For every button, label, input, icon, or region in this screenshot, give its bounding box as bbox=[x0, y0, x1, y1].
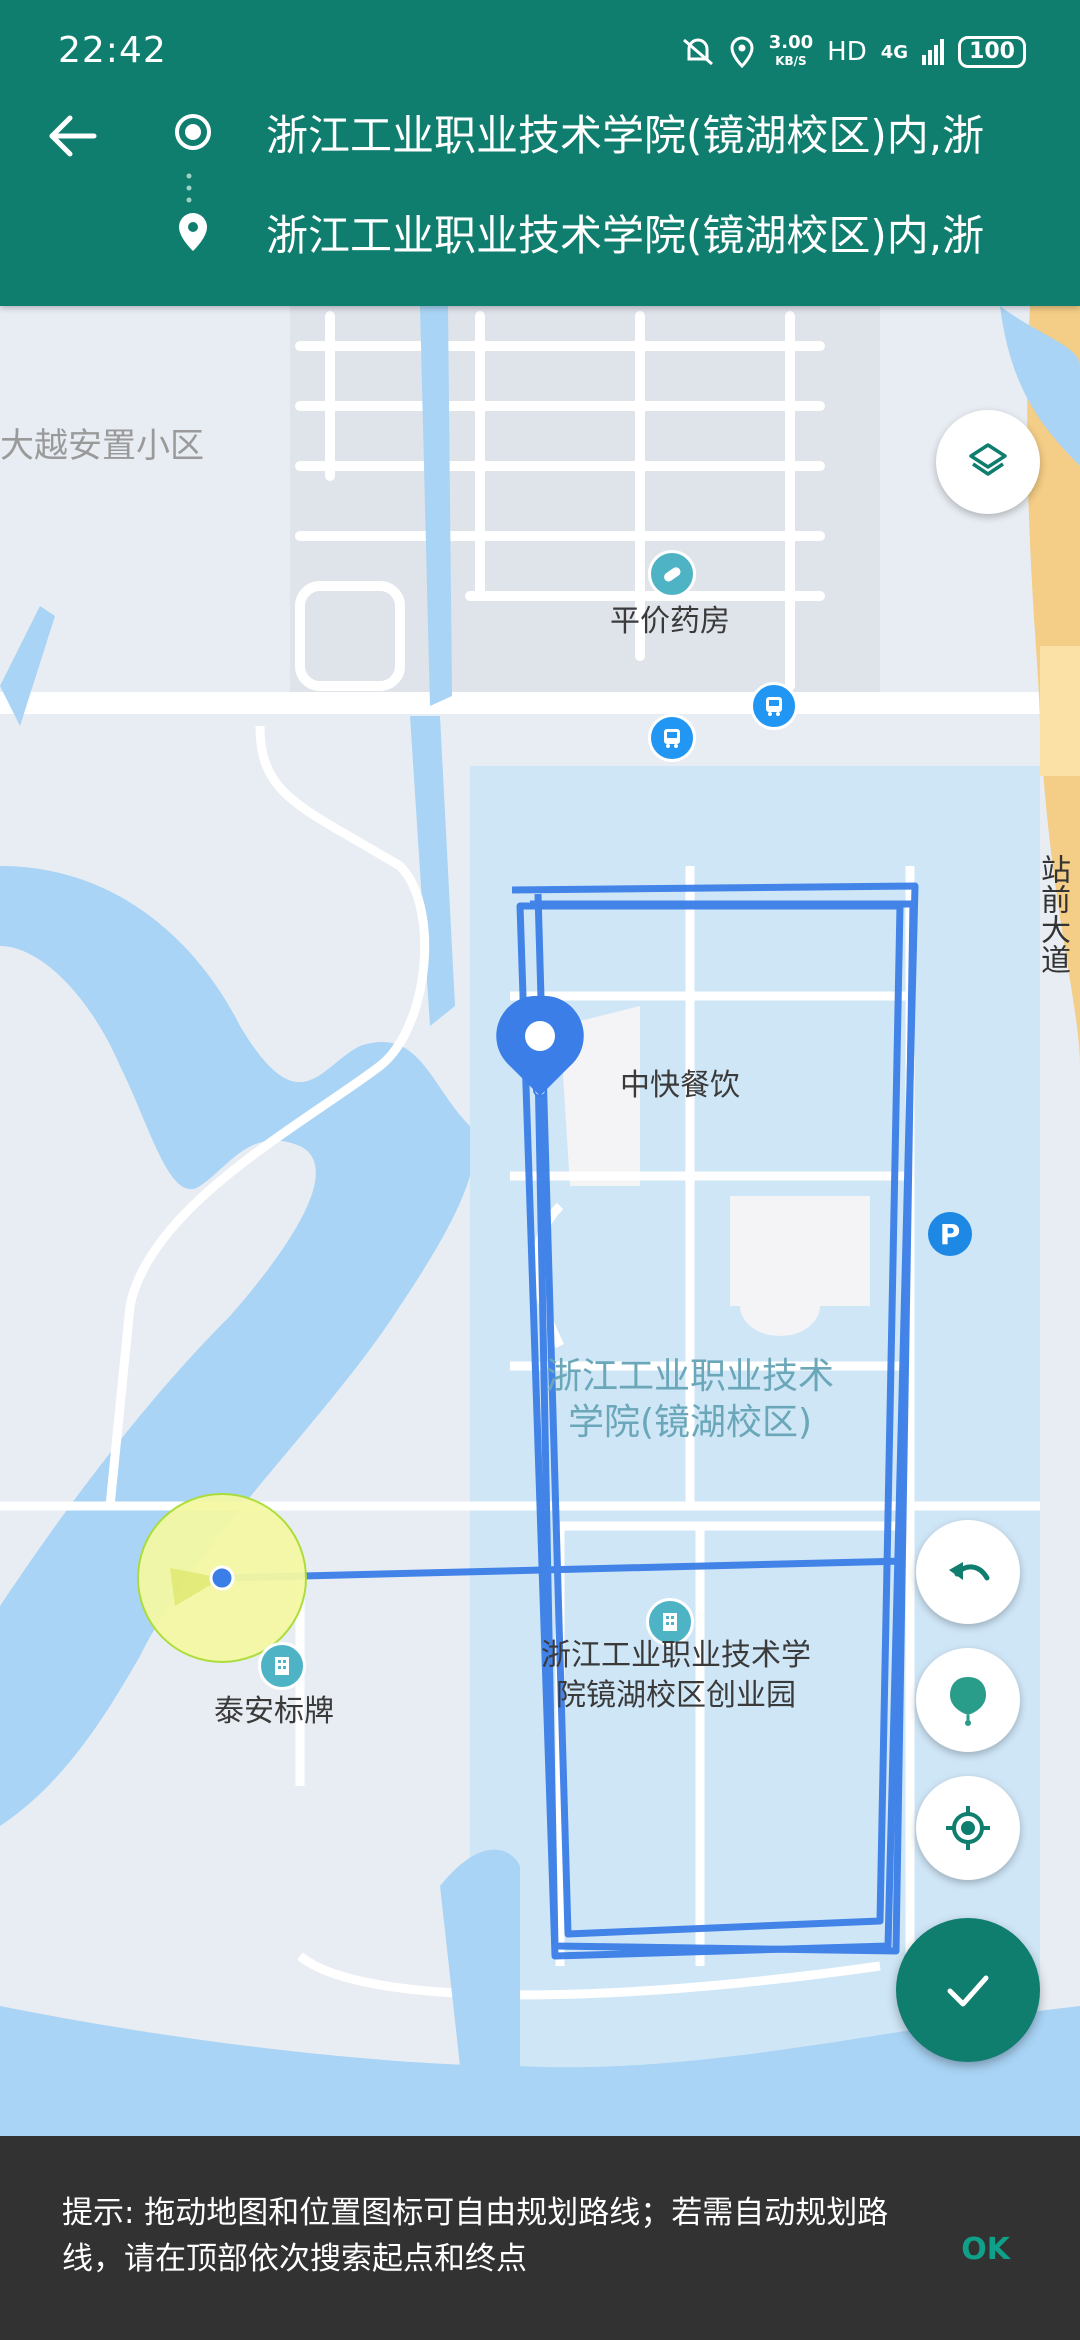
add-waypoint-button[interactable] bbox=[916, 1648, 1020, 1752]
undo-button[interactable] bbox=[916, 1520, 1020, 1624]
crosshair-icon bbox=[946, 1806, 990, 1850]
hd-indicator: HD bbox=[827, 37, 867, 67]
map-view[interactable]: 大越安置小区 平价药房 站前大道 中快餐饮 P 浙江工业职业技术 学院(镜湖校区… bbox=[0, 306, 1080, 2136]
bus-stop-icon-2[interactable] bbox=[648, 714, 696, 762]
map-label-restaurant: 中快餐饮 bbox=[620, 1068, 740, 1103]
undo-icon bbox=[949, 1562, 990, 1581]
back-button[interactable] bbox=[36, 100, 108, 172]
map-label-road: 站前大道 bbox=[1035, 854, 1070, 974]
arrow-left-icon bbox=[49, 115, 97, 157]
balloon-pin-icon bbox=[950, 1677, 986, 1726]
my-location-button[interactable] bbox=[916, 1776, 1020, 1880]
taian-building-icon[interactable] bbox=[258, 1642, 306, 1690]
map-canvas[interactable] bbox=[0, 306, 1080, 2136]
checkmark-icon bbox=[947, 1975, 989, 2007]
bus-stop-icon[interactable] bbox=[750, 682, 798, 730]
location-status-icon bbox=[730, 36, 754, 68]
battery-indicator: 100 bbox=[958, 36, 1026, 68]
status-icons: 3.00 KB/S HD 4G 100 bbox=[681, 34, 1026, 70]
layers-icon bbox=[969, 443, 1007, 476]
hint-snackbar: 提示: 拖动地图和位置图标可自由规划路线；若需自动规划路线，请在顶部依次搜索起点… bbox=[0, 2136, 1080, 2340]
network-speed: 3.00 KB/S bbox=[768, 32, 814, 69]
mute-icon bbox=[682, 38, 713, 66]
status-time: 22:42 bbox=[58, 30, 167, 71]
route-end-text: 浙江工业职业技术学院(镜湖校区)内,浙 bbox=[266, 210, 985, 260]
status-bar: 22:42 3.00 KB/S HD 4G 100 bbox=[0, 0, 1080, 82]
current-location-icon[interactable] bbox=[137, 1493, 307, 1663]
route-header: 浙江工业职业技术学院(镜湖校区)内,浙 浙江工业职业技术学院(镜湖校区)内,浙 bbox=[0, 82, 1080, 306]
snackbar-message: 提示: 拖动地图和位置图标可自由规划路线；若需自动规划路线，请在顶部依次搜索起点… bbox=[62, 2195, 889, 2277]
map-label-taian: 泰安标牌 bbox=[214, 1694, 334, 1729]
signal-bars-icon bbox=[922, 39, 945, 65]
end-point-icon bbox=[170, 209, 216, 255]
map-label-yue-area: 大越安置小区 bbox=[0, 426, 204, 466]
parking-icon[interactable]: P bbox=[928, 1212, 972, 1256]
pharmacy-icon[interactable] bbox=[648, 550, 696, 598]
map-label-pharmacy: 平价药房 bbox=[610, 604, 730, 639]
route-end-field[interactable]: 浙江工业职业技术学院(镜湖校区)内,浙 bbox=[170, 182, 1080, 282]
snackbar-ok-button[interactable]: OK bbox=[961, 2232, 1010, 2267]
layers-button[interactable] bbox=[936, 410, 1040, 514]
map-label-campus: 浙江工业职业技术 学院(镜湖校区) bbox=[545, 1356, 834, 1443]
route-start-text: 浙江工业职业技术学院(镜湖校区)内,浙 bbox=[266, 110, 985, 160]
confirm-route-button[interactable] bbox=[896, 1918, 1040, 2062]
signal-4g: 4G bbox=[880, 41, 909, 63]
map-label-startup-park: 浙江工业职业技术学 院镜湖校区创业园 bbox=[541, 1638, 811, 1713]
start-point-icon bbox=[170, 109, 216, 155]
route-start-field[interactable]: 浙江工业职业技术学院(镜湖校区)内,浙 bbox=[170, 82, 1080, 182]
